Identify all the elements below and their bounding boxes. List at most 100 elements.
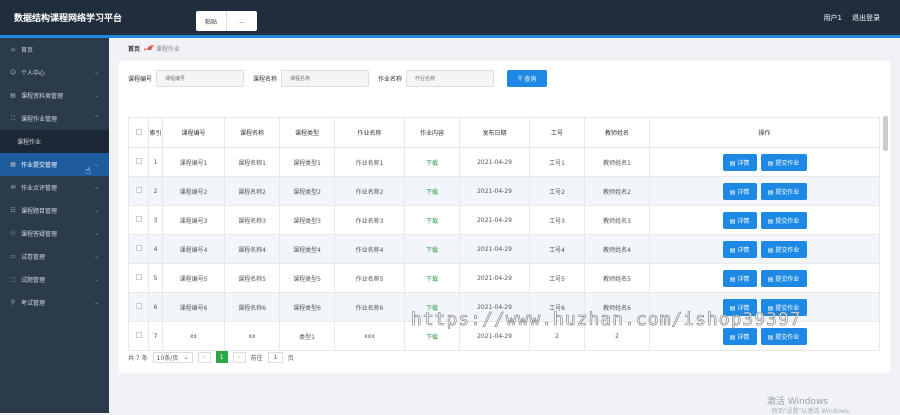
sidebar-item-11[interactable]: ⚲ 考试管理 ⌄ (0, 291, 109, 314)
submit-homework-button[interactable]: ▤ 提交作业 (760, 182, 807, 200)
table-cell: 教师姓名3 (584, 205, 650, 235)
table-cell[interactable]: 下载 (404, 176, 460, 206)
table-cell: 类型1 (279, 321, 335, 351)
sidebar-item-4[interactable]: 课程作业 (0, 130, 109, 153)
row-checkbox[interactable] (135, 187, 142, 193)
row-checkbox[interactable] (135, 332, 142, 338)
table-cell: 2021-04-29 (459, 205, 530, 235)
column-header-4: 课程类型 (279, 117, 335, 148)
comment-icon: ✉ (10, 184, 16, 191)
search-button[interactable]: ⚲ 查询 (507, 70, 548, 87)
sidebar-item-label: 个人中心 (21, 70, 46, 77)
actions-group: ▤ 详情 ▤ 提交作业 (650, 269, 879, 287)
sidebar-item-3[interactable]: ⛶ 课程作业管理 ⌃ (0, 107, 109, 130)
actions-cell: ▤ 详情 ▤ 提交作业 (649, 147, 880, 177)
paper-icon: ▭ (10, 253, 16, 260)
sidebar-item-0[interactable]: ⌂ 首页 (0, 38, 109, 61)
goto-unit: 页 (287, 354, 294, 362)
hw-name-input[interactable] (406, 70, 495, 87)
course-name-input[interactable] (281, 70, 370, 87)
row-checkbox[interactable] (135, 303, 142, 309)
chevron-icon: ⌃ (93, 115, 99, 122)
actions-cell: ▤ 详情 ▤ 提交作业 (649, 176, 880, 206)
sidebar-item-label: 课程资料类管理 (21, 93, 64, 100)
course-no-input[interactable] (156, 70, 245, 87)
table-cell: 教师姓名4 (584, 234, 650, 264)
hw-name-label: 作业名称 (378, 76, 403, 83)
row-checkbox[interactable] (135, 274, 142, 280)
table-cell: 2021-04-29 (459, 263, 530, 293)
sidebar: ⌂ 首页 ☺ 个人中心 ⌄ ▤ 课程资料类管理 ⌄ ⛶ 课程作业管理 ⌃ 课程作业 ▦ 作业提交管理 ⌄ ✉ 作… (0, 38, 109, 413)
table-cell: 课程类型3 (279, 205, 335, 235)
table-cell: 课程编号5 (162, 263, 225, 293)
table-cell: 作业名称3 (334, 205, 405, 235)
sidebar-item-2[interactable]: ▤ 课程资料类管理 ⌄ (0, 84, 109, 107)
table-cell: 工号2 (529, 176, 585, 206)
row-checkbox[interactable] (135, 216, 142, 222)
table-cell: xx (162, 321, 225, 351)
goto-input[interactable]: 1 (267, 351, 283, 363)
detail-button[interactable]: ▤ 详情 (722, 153, 757, 171)
prev-page-button[interactable]: ‹ (197, 351, 211, 363)
detail-button[interactable]: ▤ 详情 (722, 269, 757, 287)
row-checkbox[interactable] (135, 245, 142, 251)
paste-tab[interactable]: 粘贴 (196, 11, 227, 31)
submit-homework-button[interactable]: ▤ 提交作业 (760, 327, 807, 345)
chevron-icon: ⌄ (93, 69, 99, 76)
sidebar-item-5[interactable]: ▦ 作业提交管理 ⌄ (0, 153, 109, 176)
sidebar-item-6[interactable]: ✉ 作业点评管理 ⌄ (0, 176, 109, 199)
detail-button[interactable]: ▤ 详情 (722, 211, 757, 229)
row-checkbox-cell (128, 234, 149, 264)
table-cell[interactable]: 下载 (404, 234, 460, 264)
actions-group: ▤ 详情 ▤ 提交作业 (650, 211, 879, 229)
book-icon: ▤ (10, 92, 16, 99)
next-page-button[interactable]: › (232, 351, 246, 363)
table-cell: xxx (334, 321, 405, 351)
table-cell[interactable]: 下载 (404, 147, 460, 177)
submit-homework-button[interactable]: ▤ 提交作业 (760, 240, 807, 258)
submit-homework-button[interactable]: ▤ 提交作业 (760, 153, 807, 171)
row-checkbox-cell (128, 263, 149, 293)
sidebar-item-1[interactable]: ☺ 个人中心 ⌄ (0, 61, 109, 84)
column-header-5: 作业名称 (334, 117, 405, 148)
app-title: 数据结构课程网络学习平台 (14, 14, 123, 24)
scrollbar[interactable] (883, 116, 888, 151)
table-cell: 课程名称6 (224, 292, 280, 322)
sidebar-item-7[interactable]: ☷ 课程题目管理 ⌄ (0, 199, 109, 222)
table-cell: 课程名称1 (224, 147, 280, 177)
row-checkbox[interactable] (135, 158, 142, 164)
breadcrumb-home[interactable]: 首页 (128, 44, 140, 53)
submit-homework-button[interactable]: ▤ 提交作业 (760, 211, 807, 229)
sidebar-item-9[interactable]: ▭ 试卷管理 ⌄ (0, 245, 109, 268)
actions-group: ▤ 详情 ▤ 提交作业 (650, 240, 879, 258)
table-cell: 工号5 (529, 263, 585, 293)
chevron-down-icon: ⌄ (183, 353, 189, 361)
sidebar-item-8[interactable]: ⚇ 课程答疑管理 ⌄ (0, 222, 109, 245)
row-checkbox-cell (128, 205, 149, 235)
column-header-0[interactable] (128, 117, 149, 148)
page-number-current[interactable]: 1 (215, 351, 228, 363)
table-cell: 教师姓名5 (584, 263, 650, 293)
actions-group: ▤ 详情 ▤ 提交作业 (650, 327, 879, 345)
detail-button[interactable]: ▤ 详情 (722, 327, 757, 345)
page-size-select[interactable]: 10条/页 ⌄ (152, 351, 193, 363)
row-checkbox-cell (128, 321, 149, 351)
table-cell: 课程名称5 (224, 263, 280, 293)
user-name[interactable]: 用户1 (824, 13, 842, 23)
sidebar-item-label: 作业提交管理 (21, 162, 58, 169)
logout-link[interactable]: 退出登录 (852, 13, 880, 23)
chevron-icon: ⌄ (93, 230, 99, 237)
more-tab[interactable]: ... (227, 11, 257, 31)
select-all-checkbox[interactable] (135, 128, 142, 135)
chevron-icon: ⌄ (93, 161, 99, 168)
detail-button[interactable]: ▤ 详情 (722, 182, 757, 200)
mouse-cursor-icon: ☝ (85, 166, 92, 177)
sidebar-item-10[interactable]: ⬚ 试题管理 ⌄ (0, 268, 109, 291)
table-cell[interactable]: 下载 (404, 263, 460, 293)
submit-homework-button[interactable]: ▤ 提交作业 (760, 269, 807, 287)
actions-cell: ▤ 详情 ▤ 提交作业 (649, 263, 880, 293)
sidebar-item-label: 课程答疑管理 (21, 231, 58, 238)
table-cell[interactable]: 下载 (404, 205, 460, 235)
table-cell: 教师姓名1 (584, 147, 650, 177)
detail-button[interactable]: ▤ 详情 (722, 240, 757, 258)
